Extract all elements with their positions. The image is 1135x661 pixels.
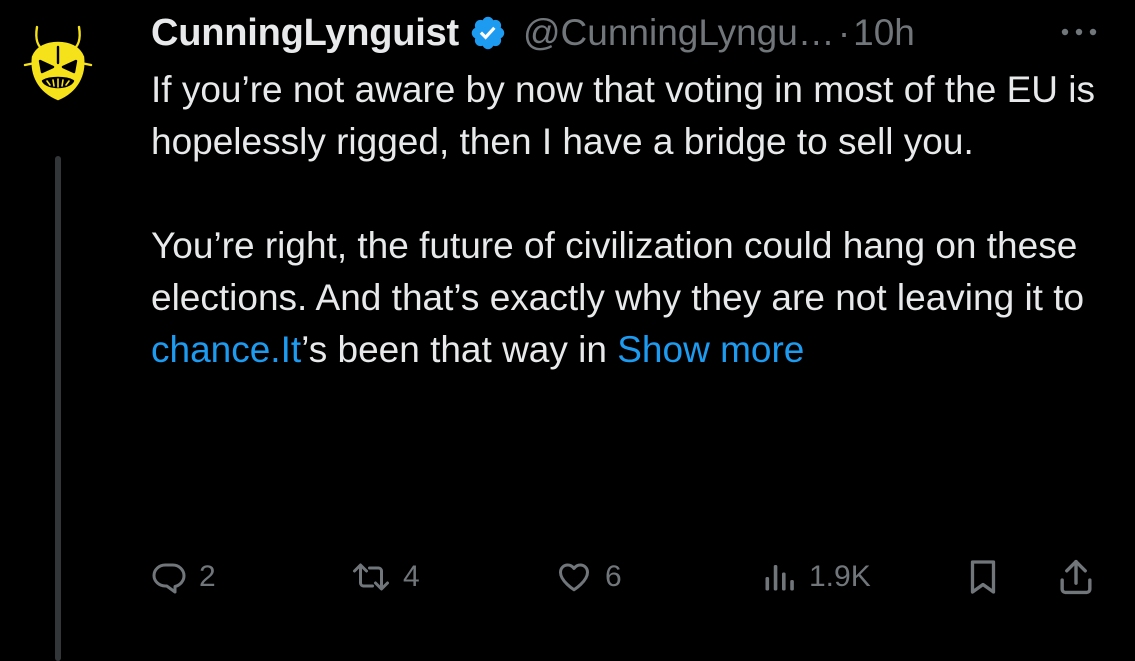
author-display-name[interactable]: CunningLynguist (151, 12, 459, 55)
tweet-paragraph-2: You’re right, the future of civilization… (151, 220, 1111, 376)
action-bar: 2 4 6 1.9K (151, 552, 1111, 602)
show-more-link[interactable]: Show more (617, 329, 804, 370)
tweet-timestamp[interactable]: 10h (853, 12, 915, 54)
share-button[interactable] (1057, 552, 1095, 602)
avatar-column (0, 0, 130, 661)
share-icon (1060, 559, 1092, 595)
repost-button[interactable]: 4 (351, 552, 420, 602)
reply-icon (152, 563, 186, 594)
bookmark-button[interactable] (965, 552, 1001, 602)
reply-count: 2 (199, 560, 216, 593)
bookmark-icon (970, 560, 996, 594)
tweet-paragraph-1: If you’re not aware by now that voting i… (151, 69, 1095, 162)
views-button[interactable]: 1.9K (761, 552, 871, 602)
heart-icon (559, 563, 589, 592)
tweet-paragraph-2-tail: ’s been that way in (301, 329, 618, 370)
tweet-paragraph-2-text: You’re right, the future of civilization… (151, 225, 1085, 318)
tweet-header: CunningLynguist @CunningLyngu… · 10h (151, 10, 915, 56)
author-handle[interactable]: @CunningLyngu… (523, 12, 835, 54)
tweet-text: If you’re not aware by now that voting i… (151, 64, 1111, 376)
tweet-article[interactable]: CunningLynguist @CunningLyngu… · 10h If … (0, 0, 1135, 661)
repost-count: 4 (403, 560, 420, 593)
more-options-icon[interactable] (1055, 12, 1103, 52)
oni-mask-icon (13, 17, 103, 107)
repost-icon (353, 563, 389, 591)
avatar[interactable] (13, 17, 103, 107)
verified-badge-icon[interactable] (469, 14, 507, 52)
inline-link[interactable]: chance.It (151, 329, 301, 370)
header-separator: · (837, 12, 851, 53)
views-count: 1.9K (809, 560, 871, 593)
thread-line (55, 156, 61, 661)
like-count: 6 (605, 560, 622, 593)
views-chart-icon (765, 565, 794, 591)
like-button[interactable]: 6 (555, 552, 622, 602)
reply-button[interactable]: 2 (151, 552, 216, 602)
